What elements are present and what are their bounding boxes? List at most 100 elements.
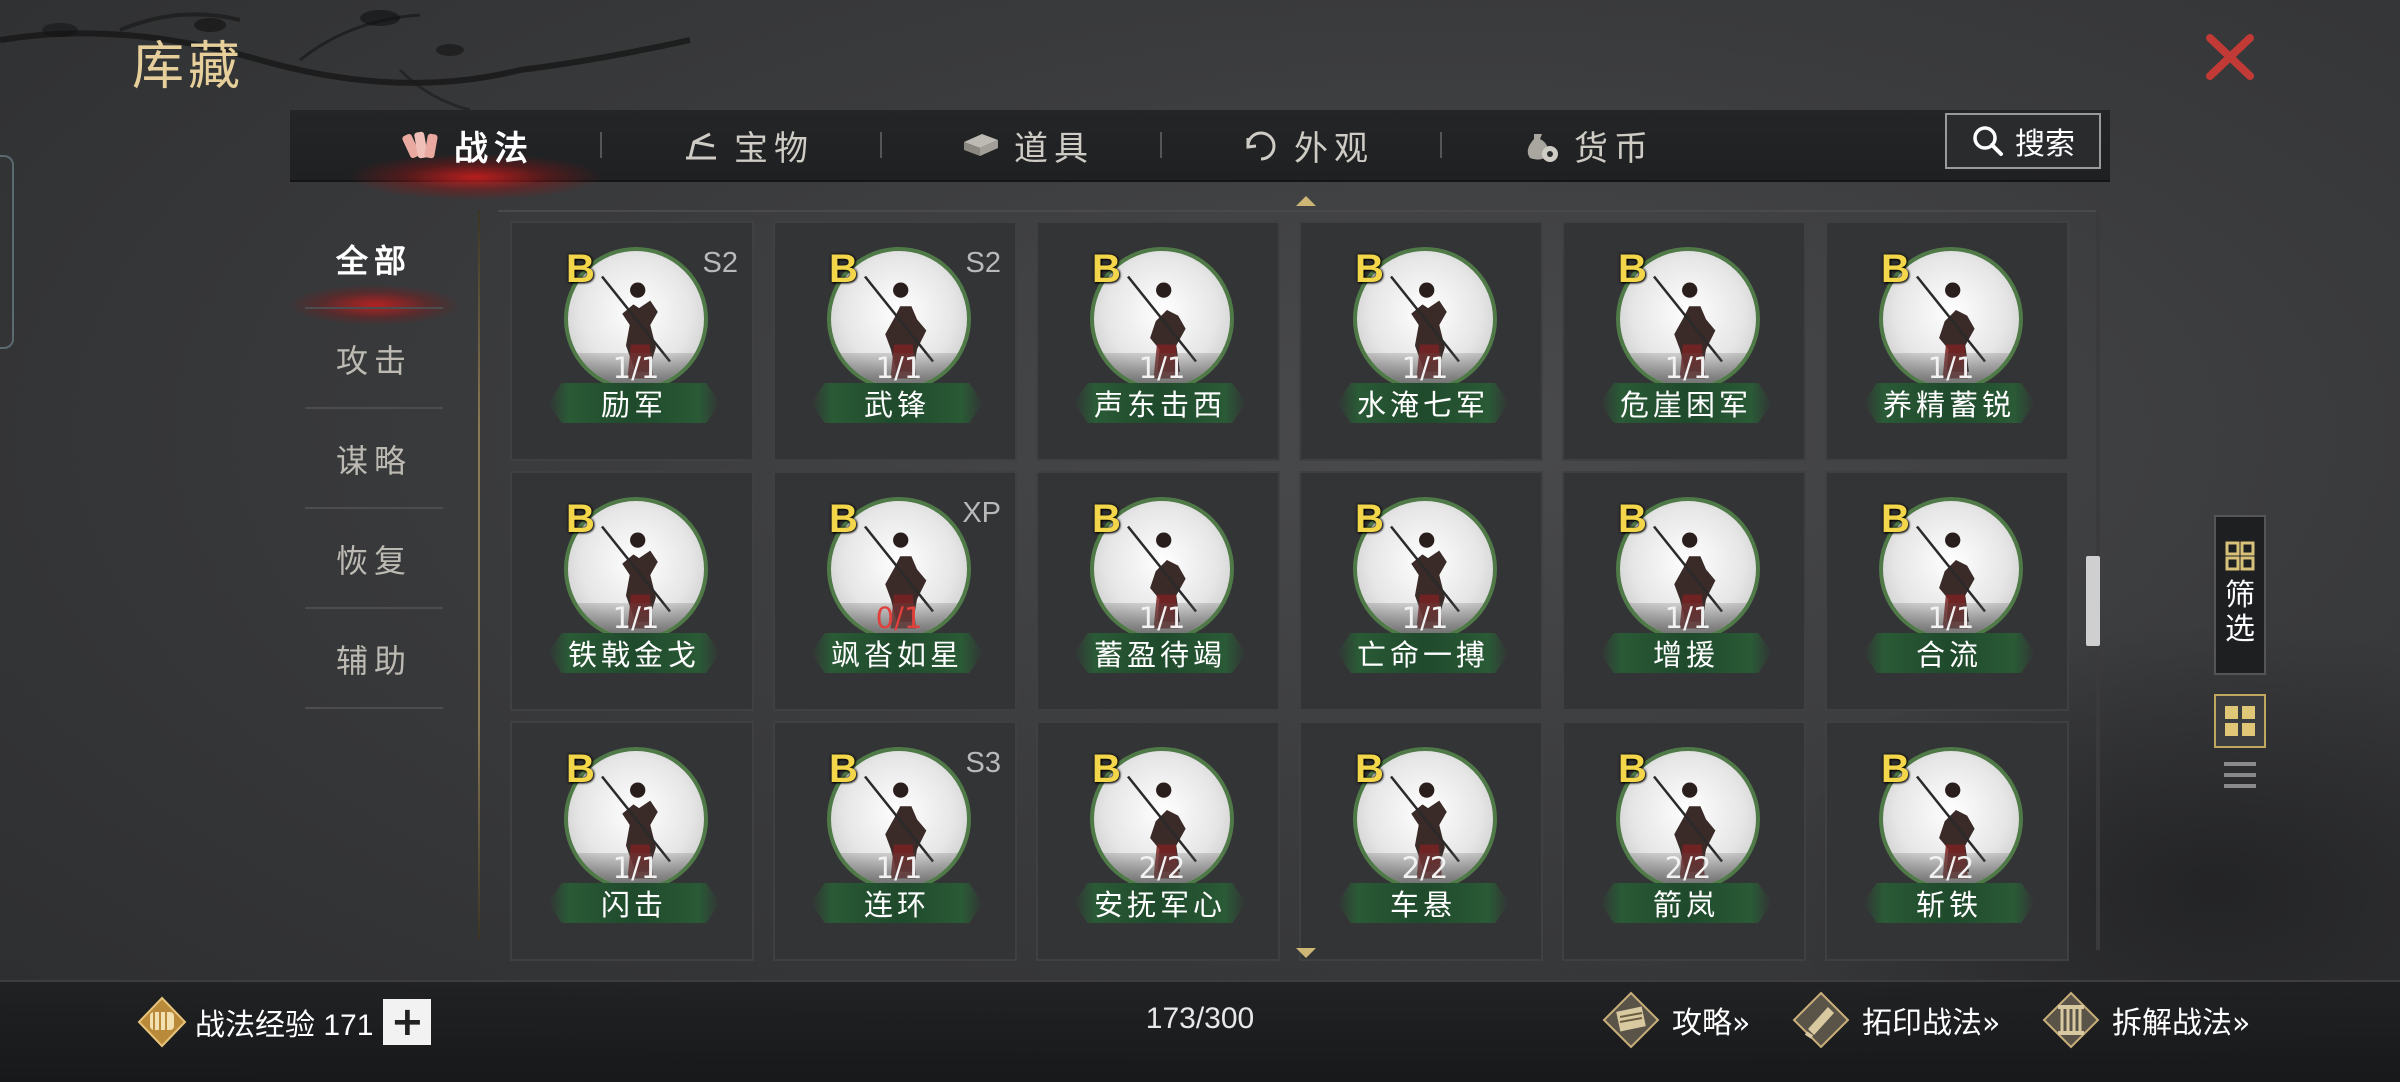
- tab-label: 外观: [1294, 128, 1374, 169]
- tactic-card[interactable]: B 1/1 声东击西: [1036, 221, 1280, 461]
- tactic-count: 0/1: [875, 601, 923, 635]
- filter-button[interactable]: 筛选: [2214, 515, 2266, 675]
- tactic-card[interactable]: B 1/1 合流: [1825, 471, 2069, 711]
- rubbing-tactic-button[interactable]: 拓印战法»: [1790, 990, 2000, 1050]
- tactic-count: 1/1: [1927, 601, 1975, 635]
- money-bag-icon: [1527, 134, 1558, 162]
- tactic-card[interactable]: B 2/2 安抚军心: [1036, 721, 1280, 961]
- scroll-up-indicator: [1296, 196, 1316, 206]
- tactic-count: 1/1: [1401, 601, 1449, 635]
- tactic-card[interactable]: B 1/1 蓄盈待竭: [1036, 471, 1280, 711]
- grid-filter-icon: [2225, 541, 2255, 571]
- appearance-icon: [1246, 131, 1276, 161]
- tactic-count: 1/1: [875, 851, 923, 885]
- category-support[interactable]: 辅助: [305, 610, 443, 709]
- tactic-card[interactable]: B 1/1 危崖困军: [1562, 221, 1806, 461]
- page-title: 库藏: [132, 37, 245, 97]
- grid-view-button[interactable]: [2214, 694, 2266, 748]
- list-view-icon[interactable]: [2222, 758, 2258, 794]
- scrollbar-thumb[interactable]: [2086, 556, 2100, 646]
- tactic-name: 飒沓如星: [811, 633, 983, 673]
- tactic-card[interactable]: B 1/1 增援: [1562, 471, 1806, 711]
- rubbing-icon: [1792, 991, 1850, 1049]
- tab-label: 道具: [1014, 128, 1094, 169]
- dismantle-icon: [2042, 991, 2100, 1049]
- tactic-card[interactable]: B 1/1 养精蓄锐: [1825, 221, 2069, 461]
- tactic-count: 2/2: [1664, 851, 1712, 885]
- season-tag: S3: [965, 747, 1001, 779]
- season-tag: S2: [702, 247, 738, 279]
- grade-badge: B: [566, 497, 595, 541]
- tactic-count: 1/1: [1664, 601, 1712, 635]
- grade-badge: B: [1092, 497, 1121, 541]
- gold-divider: [478, 210, 480, 940]
- tactic-card[interactable]: B S2 1/1 励军: [510, 221, 754, 461]
- left-edge-tab[interactable]: [0, 155, 14, 349]
- tactic-name: 合流: [1863, 633, 2035, 673]
- tab-label: 战法: [454, 128, 534, 169]
- tab-currency[interactable]: 货币: [1520, 110, 1654, 180]
- tactic-card[interactable]: B XP 0/1 飒沓如星: [773, 471, 1017, 711]
- tactic-card[interactable]: B S2 1/1 武锋: [773, 221, 1017, 461]
- tab-treasure[interactable]: 宝物: [680, 110, 814, 180]
- dismantle-tactic-button[interactable]: 拆解战法»: [2040, 990, 2250, 1050]
- filter-label: 筛选: [2225, 578, 2255, 647]
- action-label: 拆解战法»: [2112, 1006, 2251, 1041]
- tactic-name: 危崖困军: [1600, 383, 1772, 423]
- category-all[interactable]: 全部: [305, 210, 443, 309]
- add-exp-button[interactable]: +: [383, 999, 432, 1045]
- tactic-name: 增援: [1600, 633, 1772, 673]
- tab-separator: [1160, 132, 1162, 158]
- grade-badge: B: [1881, 497, 1910, 541]
- tab-items[interactable]: 道具: [960, 110, 1094, 180]
- tactic-count: 1/1: [875, 351, 923, 385]
- tactic-name: 车悬: [1337, 883, 1509, 923]
- strategy-guide-button[interactable]: 攻略»: [1600, 990, 1750, 1050]
- grid-view-icon: [2225, 706, 2255, 736]
- search-icon: [1973, 126, 2003, 156]
- close-icon[interactable]: [2200, 26, 2260, 86]
- tab-label: 宝物: [734, 128, 814, 169]
- category-recovery[interactable]: 恢复: [305, 510, 443, 609]
- tactic-card[interactable]: B 1/1 铁戟金戈: [510, 471, 754, 711]
- grade-badge: B: [1092, 247, 1121, 291]
- action-label: 攻略»: [1672, 1006, 1751, 1041]
- tab-bar: 战法 宝物 道具 外观 货币 搜索: [290, 110, 2110, 200]
- tactic-count: 2/2: [1927, 851, 1975, 885]
- grade-badge: B: [1355, 747, 1384, 791]
- tactic-count: 2/2: [1138, 851, 1186, 885]
- tactic-count: 1/1: [1927, 351, 1975, 385]
- grade-badge: B: [829, 247, 858, 291]
- tactic-card[interactable]: B 2/2 斩铁: [1825, 721, 2069, 961]
- tactic-count: 1/1: [1664, 351, 1712, 385]
- scroll-bundle-icon: [402, 131, 438, 159]
- grade-badge: B: [1881, 247, 1910, 291]
- tactic-card[interactable]: B 2/2 箭岚: [1562, 721, 1806, 961]
- tactic-name: 蓄盈待竭: [1074, 633, 1246, 673]
- grade-badge: B: [1618, 247, 1647, 291]
- tactic-count: 1/1: [612, 351, 660, 385]
- season-tag: XP: [962, 497, 1001, 529]
- tab-separator: [1440, 132, 1442, 158]
- category-attack[interactable]: 攻击: [305, 310, 443, 409]
- tab-appearance[interactable]: 外观: [1240, 110, 1374, 180]
- grade-badge: B: [1355, 497, 1384, 541]
- category-strategy[interactable]: 谋略: [305, 410, 443, 509]
- tab-label: 货币: [1574, 128, 1654, 169]
- tactic-card[interactable]: B S3 1/1 连环: [773, 721, 1017, 961]
- tactic-card[interactable]: B 1/1 亡命一搏: [1299, 471, 1543, 711]
- tactic-name: 养精蓄锐: [1863, 383, 2035, 423]
- item-box-icon: [964, 134, 998, 156]
- tab-tactics[interactable]: 战法: [400, 110, 534, 180]
- tactic-name: 箭岚: [1600, 883, 1772, 923]
- search-button[interactable]: 搜索: [1945, 113, 2101, 169]
- grade-badge: B: [566, 747, 595, 791]
- tactic-card[interactable]: B 1/1 闪击: [510, 721, 754, 961]
- grade-badge: B: [1092, 747, 1121, 791]
- tactic-card[interactable]: B 1/1 水淹七军: [1299, 221, 1543, 461]
- tactic-name: 武锋: [811, 383, 983, 423]
- tactic-card[interactable]: B 2/2 车悬: [1299, 721, 1543, 961]
- grade-badge: B: [1618, 497, 1647, 541]
- storage-capacity: 173/300: [1145, 1002, 1255, 1035]
- tactic-count: 1/1: [1138, 601, 1186, 635]
